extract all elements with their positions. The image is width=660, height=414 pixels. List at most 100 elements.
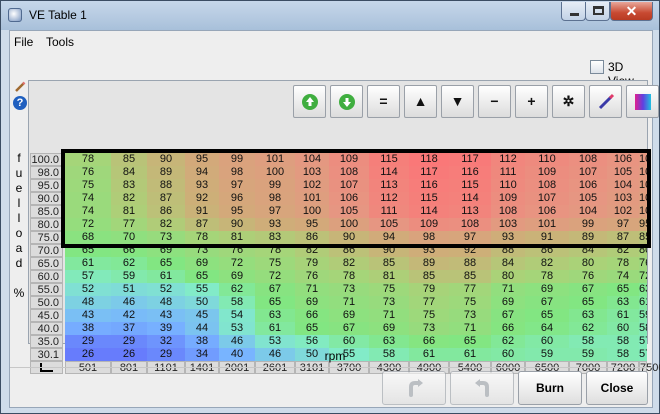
table-cell[interactable]: 66 (409, 335, 449, 348)
table-cell[interactable]: 94 (369, 231, 409, 244)
table-cell[interactable]: 62 (491, 335, 525, 348)
table-cell[interactable]: 118 (409, 153, 449, 166)
table-cell[interactable]: 109 (525, 166, 569, 179)
table-cell[interactable]: 95 (639, 218, 647, 231)
table-cell[interactable]: 65 (147, 257, 185, 270)
table-cell[interactable]: 63 (607, 296, 639, 309)
table-cell[interactable]: 89 (409, 257, 449, 270)
table-cell[interactable]: 109 (329, 153, 369, 166)
table-cell[interactable]: 62 (219, 283, 255, 296)
table-cell[interactable]: 68 (65, 231, 111, 244)
table-cell[interactable]: 37 (111, 322, 147, 335)
table-cell[interactable]: 117 (449, 153, 491, 166)
table-cell[interactable]: 86 (525, 244, 569, 257)
table-cell[interactable]: 104 (295, 153, 329, 166)
table-cell[interactable]: 69 (147, 244, 185, 257)
table-cell[interactable]: 103 (639, 166, 647, 179)
table-cell[interactable]: 101 (255, 153, 295, 166)
table-cell[interactable]: 56 (295, 335, 329, 348)
table-cell[interactable]: 78 (65, 153, 111, 166)
table-cell[interactable]: 76 (219, 244, 255, 257)
table-cell[interactable]: 91 (525, 231, 569, 244)
table-cell[interactable]: 85 (369, 257, 409, 270)
table-cell[interactable]: 60 (607, 322, 639, 335)
table-cell[interactable]: 55 (185, 283, 219, 296)
table-cell[interactable]: 93 (491, 231, 525, 244)
table-cell[interactable]: 67 (491, 309, 525, 322)
table-cell[interactable]: 113 (449, 205, 491, 218)
table-cell[interactable]: 43 (147, 309, 185, 322)
table-cell[interactable]: 114 (369, 166, 409, 179)
table-cell[interactable]: 77 (111, 218, 147, 231)
table-cell[interactable]: 69 (329, 309, 369, 322)
table-cell[interactable]: 100 (639, 205, 647, 218)
table-cell[interactable]: 45 (185, 309, 219, 322)
table-cell[interactable]: 88 (147, 179, 185, 192)
table-cell[interactable]: 46 (111, 296, 147, 309)
table-cell[interactable]: 60 (329, 335, 369, 348)
table-cell[interactable]: 76 (65, 166, 111, 179)
table-cell[interactable]: 110 (525, 153, 569, 166)
table-cell[interactable]: 101 (525, 218, 569, 231)
table-cell[interactable]: 101 (639, 192, 647, 205)
table-cell[interactable]: 69 (491, 296, 525, 309)
table-cell[interactable]: 87 (607, 231, 639, 244)
table-cell[interactable]: 65 (449, 335, 491, 348)
redo-button[interactable] (450, 371, 514, 405)
table-cell[interactable]: 59 (525, 348, 569, 361)
table-cell[interactable]: 71 (449, 322, 491, 335)
table-cell[interactable]: 116 (409, 179, 449, 192)
table-cell[interactable]: 61 (409, 348, 449, 361)
table-cell[interactable]: 108 (329, 166, 369, 179)
table-cell[interactable]: 92 (185, 192, 219, 205)
table-cell[interactable]: 97 (607, 218, 639, 231)
table-cell[interactable]: 106 (569, 179, 607, 192)
3d-view-checkbox[interactable] (590, 60, 604, 74)
table-cell[interactable]: 97 (255, 205, 295, 218)
table-cell[interactable]: 72 (255, 270, 295, 283)
table-cell[interactable]: 57 (639, 348, 647, 361)
table-cell[interactable]: 90 (329, 231, 369, 244)
table-cell[interactable]: 81 (111, 205, 147, 218)
table-cell[interactable]: 61 (65, 257, 111, 270)
increase-green-icon[interactable] (293, 85, 326, 118)
edit-pencil-icon[interactable] (14, 81, 26, 93)
table-cell[interactable]: 65 (185, 270, 219, 283)
table-cell[interactable]: 111 (491, 166, 525, 179)
table-cell[interactable]: 80 (639, 244, 647, 257)
table-cell[interactable]: 106 (329, 192, 369, 205)
table-cell[interactable]: 66 (491, 322, 525, 335)
table-cell[interactable]: 26 (65, 348, 111, 361)
table-cell[interactable]: 57 (65, 270, 111, 283)
table-cell[interactable]: 69 (525, 283, 569, 296)
table-cell[interactable]: 107 (569, 166, 607, 179)
table-cell[interactable]: 60 (525, 335, 569, 348)
table-cell[interactable]: 82 (147, 218, 185, 231)
table-cell[interactable]: 66 (295, 309, 329, 322)
table-cell[interactable]: 89 (147, 166, 185, 179)
plus-button[interactable]: + (515, 85, 548, 118)
help-icon[interactable]: ? (13, 96, 27, 110)
table-cell[interactable]: 53 (219, 322, 255, 335)
table-cell[interactable]: 93 (255, 218, 295, 231)
table-cell[interactable]: 63 (639, 283, 647, 296)
table-cell[interactable]: 75 (369, 283, 409, 296)
table-cell[interactable]: 78 (185, 231, 219, 244)
table-cell[interactable]: 108 (449, 218, 491, 231)
table-cell[interactable]: 100 (255, 166, 295, 179)
table-cell[interactable]: 82 (295, 244, 329, 257)
table-cell[interactable]: 85 (111, 153, 147, 166)
table-cell[interactable]: 54 (219, 309, 255, 322)
table-cell[interactable]: 65 (607, 283, 639, 296)
table-cell[interactable]: 38 (65, 322, 111, 335)
table-cell[interactable]: 82 (525, 257, 569, 270)
table-cell[interactable]: 69 (219, 270, 255, 283)
table-cell[interactable]: 71 (369, 309, 409, 322)
table-cell[interactable]: 59 (569, 348, 607, 361)
table-cell[interactable]: 116 (449, 166, 491, 179)
table-cell[interactable]: 82 (329, 257, 369, 270)
table-cell[interactable]: 95 (295, 218, 329, 231)
table-cell[interactable]: 40 (219, 348, 255, 361)
table-cell[interactable]: 75 (255, 257, 295, 270)
table-cell[interactable]: 69 (369, 322, 409, 335)
